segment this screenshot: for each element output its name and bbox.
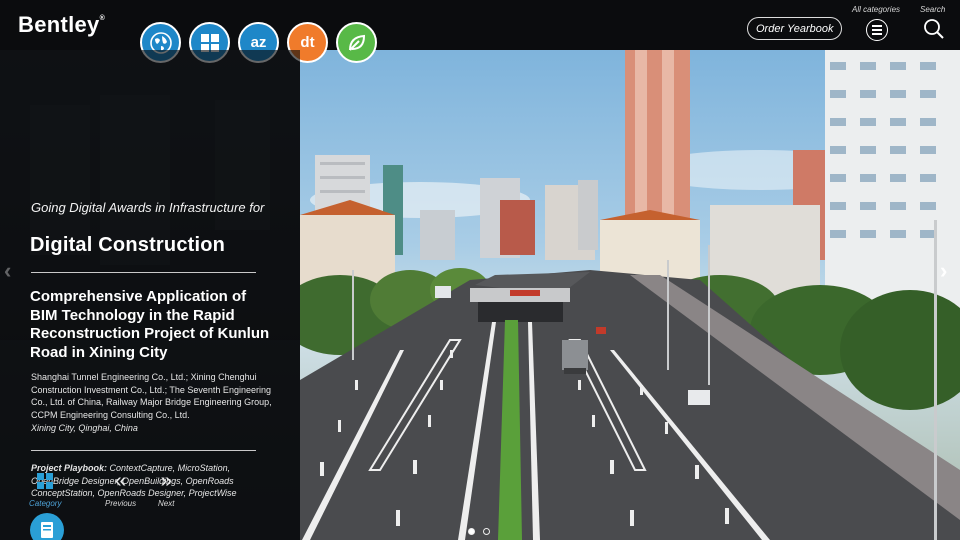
project-title: Comprehensive Application of BIM Technol… [30, 288, 270, 361]
award-title: Digital Construction [30, 234, 226, 256]
project-location: Xining City, Qinghai, China [31, 423, 138, 433]
category-label: Category [29, 499, 62, 508]
project-panel: Going Digital Awards in Infrastructure f… [0, 50, 300, 540]
chevron-left-icon[interactable]: ‹ [4, 258, 11, 284]
carousel-dot[interactable] [483, 528, 490, 535]
carousel-dot[interactable] [468, 528, 475, 535]
chevron-right-icon[interactable]: › [940, 258, 947, 284]
all-categories-label: All categories [852, 5, 901, 14]
bentley-logo[interactable]: Bentley® [18, 12, 105, 38]
double-chevron-right-icon: » [160, 470, 172, 492]
yearbook-book-icon[interactable] [30, 513, 64, 540]
search-icon[interactable] [923, 18, 945, 40]
menu-icon[interactable] [866, 19, 888, 41]
previous-label: Previous [105, 499, 137, 508]
logo-text: Bentley [18, 12, 100, 37]
logo-trademark: ® [99, 15, 106, 22]
order-yearbook-button[interactable]: Order Yearbook [747, 17, 843, 40]
category-button[interactable]: Category [29, 471, 61, 508]
carousel-dots [468, 528, 490, 535]
road-rendering [300, 50, 960, 540]
project-organizations: Shanghai Tunnel Engineering Co., Ltd.; X… [31, 372, 272, 420]
next-button[interactable]: » Next [158, 471, 174, 508]
leaf-icon[interactable] [336, 22, 377, 63]
search-label: Search [920, 5, 946, 14]
grid-icon [37, 473, 54, 489]
project-navigation: Category « Previous » Next [25, 471, 225, 511]
award-category-line: Going Digital Awards in Infrastructure f… [31, 200, 265, 215]
divider [31, 272, 256, 273]
previous-button[interactable]: « Previous [105, 471, 136, 508]
next-label: Next [158, 499, 175, 508]
hero-image [300, 50, 960, 540]
double-chevron-left-icon: « [115, 470, 127, 492]
divider [31, 450, 256, 451]
yearbook-page: Bentley® Order Yearbook All categories S… [0, 0, 960, 540]
